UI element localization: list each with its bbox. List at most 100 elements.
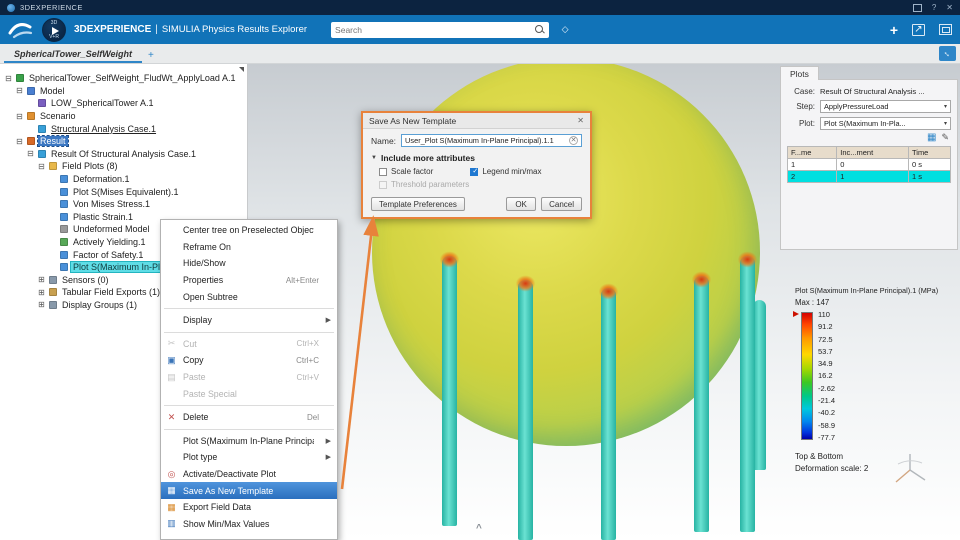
legend-tick-label: 110	[818, 310, 830, 319]
context-menu-item[interactable]: Display ▶	[161, 312, 337, 329]
context-menu-item[interactable]: ◎ Activate/Deactivate Plot	[161, 466, 337, 483]
tree-expander-icon[interactable]: ⊟	[15, 137, 24, 146]
3ds-logo-icon	[8, 22, 33, 38]
tree-item[interactable]: Deformation.1	[0, 173, 247, 186]
window-restore-icon[interactable]	[912, 3, 922, 12]
tree-expander-icon[interactable]: ⊟	[15, 86, 24, 95]
add-tab-button[interactable]: +	[142, 50, 160, 63]
dialog-close-icon[interactable]: ✕	[577, 116, 584, 125]
template-name-field[interactable]: ✕	[401, 134, 582, 147]
tree-node-icon	[49, 275, 57, 284]
share-icon[interactable]: ↗	[912, 23, 925, 36]
context-menu-item[interactable]: Reframe On	[161, 239, 337, 256]
stress-hotspot	[735, 249, 760, 270]
include-attributes-section[interactable]: ▼ Include more attributes	[371, 153, 582, 163]
checkbox-option[interactable]: Legend min/max	[470, 167, 582, 176]
app-brand: 3DEXPERIENCE | SIMULIA Physics Results E…	[74, 24, 307, 35]
context-menu-item[interactable]: ✂ Cut Ctrl+X	[161, 336, 337, 353]
tree-item[interactable]: ⊟ Scenario	[0, 110, 247, 123]
add-content-button[interactable]: +	[890, 23, 898, 37]
ok-button[interactable]: OK	[506, 197, 537, 211]
context-menu-item[interactable]: Center tree on Preselected Objects	[161, 222, 337, 239]
checkbox[interactable]	[470, 167, 479, 176]
stress-hotspot	[437, 249, 462, 270]
checkbox[interactable]	[379, 167, 387, 176]
global-search-bar[interactable]	[331, 21, 550, 38]
tree-item[interactable]: ⊟ SphericalTower_SelfWeight_FludWt_Apply…	[0, 72, 247, 85]
tree-expander-icon[interactable]: ⊟	[37, 162, 46, 171]
checkbox-option[interactable]: Scale factor	[379, 167, 470, 176]
os-title-bar: 3DEXPERIENCE ? ✕	[0, 0, 960, 15]
search-input[interactable]	[335, 24, 535, 35]
column-header-increment[interactable]: Inc...ment	[836, 146, 909, 159]
context-menu-item[interactable]: Properties Alt+Enter	[161, 272, 337, 289]
tree-item-label: Plot S(Mises Equivalent).1	[73, 186, 179, 197]
legend-color-bar[interactable]	[801, 312, 813, 440]
tree-node-icon	[16, 74, 24, 83]
bottom-bar-expand-icon[interactable]: ^	[476, 523, 482, 534]
menu-item-icon: ▤	[167, 371, 176, 382]
context-menu-item[interactable]	[161, 426, 337, 433]
3dexperience-compass-button[interactable]: 3D V+R	[42, 17, 66, 42]
tree-expander-icon[interactable]: ⊟	[26, 149, 35, 158]
frame-row[interactable]: 2 1 1 s	[786, 170, 952, 183]
search-icon[interactable]	[534, 24, 545, 35]
edit-plot-icon[interactable]: ✎	[941, 133, 949, 143]
cancel-button[interactable]: Cancel	[541, 197, 582, 211]
context-menu-item[interactable]: Open Subtree	[161, 288, 337, 305]
context-menu-item[interactable]: ▤ Paste Ctrl+V	[161, 369, 337, 386]
apps-window-icon[interactable]	[939, 24, 952, 35]
increment-cell: 1	[836, 170, 909, 183]
tree-item[interactable]: ⊟ Result	[0, 135, 247, 148]
tree-expander-icon[interactable]: ⊞	[37, 288, 46, 297]
tree-item[interactable]: Von Mises Stress.1	[0, 198, 247, 211]
context-menu-item[interactable]: ▦ Save As New Template	[161, 482, 337, 499]
tag-navigator-icon[interactable]: ◇	[557, 22, 573, 38]
template-name-input[interactable]	[405, 136, 567, 145]
dialog-title-bar[interactable]: Save As New Template ✕	[363, 113, 590, 129]
context-menu-item[interactable]	[161, 402, 337, 409]
menu-item-label: Cut	[183, 338, 197, 349]
plots-panel-title[interactable]: Plots	[780, 66, 819, 80]
context-menu-item[interactable]	[161, 329, 337, 336]
template-preferences-button[interactable]: Template Preferences	[371, 197, 465, 211]
context-menu-item[interactable]: Paste Special	[161, 385, 337, 402]
tree-item[interactable]: Structural Analysis Case.1	[0, 122, 247, 135]
legend-tick-label: 16.2	[818, 371, 833, 381]
frames-table-icon[interactable]: ▦	[927, 133, 936, 143]
context-menu-item[interactable]: ▣ Copy Ctrl+C	[161, 352, 337, 369]
close-icon[interactable]: ✕	[946, 3, 953, 12]
plot-dropdown[interactable]: Plot S(Maximum In-Pla... ▾	[820, 117, 951, 130]
clear-field-icon[interactable]: ✕	[569, 136, 578, 145]
context-menu-item[interactable]	[161, 305, 337, 312]
context-menu-item[interactable]: ▥ Show Min/Max Values	[161, 516, 337, 533]
context-menu-item[interactable]: Plot type ▶	[161, 449, 337, 466]
help-icon[interactable]: ?	[932, 3, 936, 12]
tree-item[interactable]: ⊟ Field Plots (8)	[0, 160, 247, 173]
context-menu-item[interactable]: Hide/Show	[161, 255, 337, 272]
tree-expander-icon[interactable]: ⊞	[37, 300, 46, 309]
panel-collapse-icon[interactable]	[239, 67, 244, 72]
step-dropdown[interactable]: ApplyPressureLoad ▾	[820, 100, 951, 113]
context-menu-item[interactable]: ✕ Delete Del	[161, 409, 337, 426]
checkbox[interactable]	[379, 180, 387, 189]
context-menu-item[interactable]: ▦ Export Field Data	[161, 499, 337, 516]
tree-item[interactable]: LOW_SphericalTower A.1	[0, 97, 247, 110]
tab-spherical-tower[interactable]: SphericalTower_SelfWeight	[4, 46, 143, 63]
tree-item[interactable]: Plot S(Mises Equivalent).1	[0, 185, 247, 198]
checkbox-option[interactable]: Threshold parameters	[379, 180, 582, 189]
section-collapse-icon[interactable]: ▼	[371, 155, 377, 161]
context-menu-item[interactable]: Plot S(Maximum In-Plane Principal).1 obj…	[161, 433, 337, 450]
tree-expander-icon[interactable]: ⊟	[15, 112, 24, 121]
expand-viewport-button[interactable]: ↔	[939, 46, 956, 61]
contour-legend: Plot S(Maximum In-Plane Principal).1 (MP…	[793, 286, 960, 475]
frame-row[interactable]: 1 0 0 s	[786, 158, 952, 171]
tree-item[interactable]: ⊟ Model	[0, 85, 247, 98]
column-header-frame[interactable]: F...me	[786, 146, 838, 159]
legend-tick-label: -77.7	[818, 432, 836, 442]
tree-item[interactable]: ⊟ Result Of Structural Analysis Case.1	[0, 148, 247, 161]
column-header-time[interactable]: Time	[907, 146, 952, 159]
tree-expander-icon[interactable]: ⊟	[4, 74, 13, 83]
tree-expander-icon[interactable]: ⊞	[37, 275, 46, 284]
frames-table-header-row: F...me Inc...ment Time	[786, 146, 952, 159]
